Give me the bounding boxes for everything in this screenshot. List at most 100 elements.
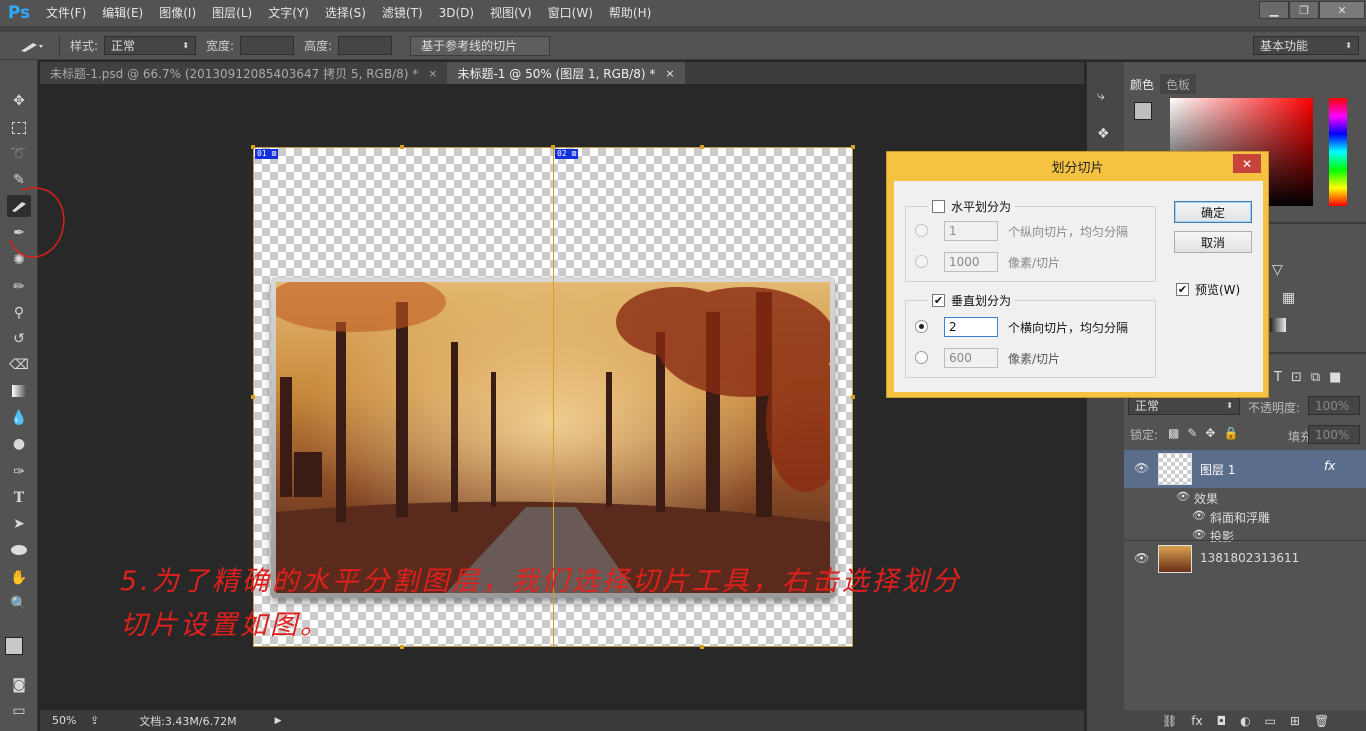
tool-preset-picker[interactable]	[6, 34, 60, 57]
close-icon[interactable]: ×	[665, 67, 674, 80]
close-window-button[interactable]: ✕	[1319, 1, 1365, 19]
lock-move-icon[interactable]: ✥	[1205, 426, 1215, 440]
dodge-tool-icon[interactable]: ●	[7, 433, 31, 455]
clone-stamp-tool-icon[interactable]: ⚲	[7, 302, 31, 324]
eraser-tool-icon[interactable]: ⌫	[7, 354, 31, 376]
eye-icon[interactable]: 👁	[1134, 551, 1149, 565]
menu-item-7[interactable]: 3D(D)	[431, 0, 482, 26]
triangle-down-icon[interactable]: ▽	[1272, 262, 1283, 278]
play-arrow-icon[interactable]: ▶	[275, 716, 282, 726]
lasso-tool-icon[interactable]: ➰	[7, 143, 31, 165]
marquee-tool-icon[interactable]	[7, 117, 31, 139]
menu-item-0[interactable]: 文件(F)	[38, 0, 94, 26]
preview-checkbox[interactable]: ✔ 预览(W)	[1176, 281, 1240, 298]
close-icon[interactable]: ×	[428, 67, 437, 80]
gradient-map-icon[interactable]	[1270, 318, 1286, 332]
tab-document-1[interactable]: 未标题-1.psd @ 66.7% (20130912085403647 拷贝 …	[40, 62, 448, 84]
text-filter-icon[interactable]: T	[1274, 370, 1282, 385]
layer-name[interactable]: 1381802313611	[1200, 551, 1299, 565]
lock-all-icon[interactable]: 🔒	[1223, 426, 1238, 440]
properties-icon[interactable]: ❖	[1097, 126, 1110, 142]
filter-toggle-icon[interactable]: ■	[1329, 370, 1341, 385]
foreground-color-swatch[interactable]	[5, 637, 23, 655]
menu-item-2[interactable]: 图像(I)	[151, 0, 204, 26]
effects-row[interactable]: 👁 效果	[1124, 488, 1366, 507]
slice-handle[interactable]	[851, 395, 855, 399]
hue-slider[interactable]	[1329, 98, 1347, 206]
adjustment-icon[interactable]: ◐	[1240, 714, 1250, 728]
ok-button[interactable]: 确定	[1174, 201, 1252, 223]
lock-transparent-icon[interactable]: ▩	[1168, 426, 1179, 440]
screen-mode-icon[interactable]: ▭	[7, 700, 31, 722]
tab-color[interactable]: 颜色	[1124, 74, 1161, 94]
horizontal-count-radio[interactable]	[915, 224, 928, 237]
tab-swatches[interactable]: 色板	[1160, 74, 1197, 94]
vertical-pixels-radio[interactable]	[915, 351, 928, 364]
horizontal-pixels-field[interactable]: 1000	[944, 252, 998, 272]
layer-row[interactable]: 👁 1381802313611	[1124, 540, 1366, 576]
layer-name[interactable]: 图层 1	[1200, 461, 1235, 478]
share-icon[interactable]: ⇪	[90, 714, 99, 727]
eye-icon[interactable]: 👁	[1134, 461, 1149, 475]
mask-icon[interactable]: ◘	[1217, 714, 1227, 728]
smart-object-filter-icon[interactable]: ⧉	[1311, 370, 1320, 385]
eye-icon[interactable]: 👁	[1192, 509, 1206, 522]
menu-item-3[interactable]: 图层(L)	[204, 0, 260, 26]
move-tool-icon[interactable]: ✥	[7, 90, 31, 112]
close-icon[interactable]: ✕	[1233, 154, 1261, 173]
vertical-divide-checkbox[interactable]: ✔ 垂直划分为	[928, 292, 1016, 309]
lock-paint-icon[interactable]: ✎	[1187, 426, 1197, 440]
layer-row-selected[interactable]: 👁 图层 1 fx	[1124, 450, 1366, 488]
hand-tool-icon[interactable]: ✋	[7, 567, 31, 589]
vertical-count-radio[interactable]	[915, 320, 928, 333]
quick-mask-icon[interactable]: ◙	[7, 674, 31, 696]
horizontal-count-field[interactable]: 1	[944, 221, 998, 241]
fx-icon[interactable]: fx	[1191, 714, 1202, 728]
opacity-input[interactable]: 100%	[1308, 396, 1360, 415]
restore-button[interactable]: ❐	[1289, 1, 1319, 19]
slice-handle[interactable]	[551, 145, 555, 149]
history-icon[interactable]: ⤷	[1097, 88, 1105, 104]
checkmark-icon[interactable]: ✔	[1176, 283, 1189, 296]
tab-document-2[interactable]: 未标题-1 @ 50% (图层 1, RGB/8) * ×	[447, 62, 685, 84]
zoom-tool-icon[interactable]: 🔍	[7, 593, 31, 615]
foreground-color-swatch[interactable]	[1134, 102, 1152, 120]
slice-handle[interactable]	[251, 395, 255, 399]
eye-icon[interactable]: 👁	[1176, 490, 1190, 503]
blur-tool-icon[interactable]: 💧	[7, 407, 31, 429]
brush-tool-icon[interactable]: ✏	[7, 276, 31, 298]
new-layer-icon[interactable]: ⊞	[1290, 714, 1300, 728]
menu-item-1[interactable]: 编辑(E)	[94, 0, 151, 26]
vertical-pixels-field[interactable]: 600	[944, 348, 998, 368]
cancel-button[interactable]: 取消	[1174, 231, 1252, 253]
grid-icon[interactable]: ▦	[1282, 290, 1295, 306]
checkbox-unchecked-icon[interactable]	[932, 200, 945, 213]
slice-handle[interactable]	[400, 145, 404, 149]
slices-from-guides-button[interactable]: 基于参考线的切片	[410, 35, 551, 56]
vertical-count-field[interactable]: 2	[944, 317, 998, 337]
menu-item-8[interactable]: 视图(V)	[482, 0, 540, 26]
width-input[interactable]	[240, 36, 295, 55]
fill-input[interactable]: 100%	[1308, 425, 1360, 444]
ellipse-tool-icon[interactable]	[7, 539, 31, 561]
fx-icon[interactable]: fx	[1324, 459, 1335, 473]
minimize-button[interactable]: ▁	[1259, 1, 1289, 19]
bevel-emboss-row[interactable]: 👁 斜面和浮雕	[1124, 507, 1366, 526]
height-input[interactable]	[338, 36, 393, 55]
horizontal-divide-checkbox[interactable]: 水平划分为	[928, 198, 1016, 215]
slice-handle[interactable]	[251, 145, 255, 149]
horizontal-pixels-radio[interactable]	[915, 255, 928, 268]
path-selection-tool-icon[interactable]: ➤	[7, 513, 31, 535]
workspace-select[interactable]: 基本功能 ⬍	[1253, 36, 1359, 55]
blend-mode-select[interactable]: 正常 ⬍	[1128, 396, 1240, 415]
menu-item-4[interactable]: 文字(Y)	[260, 0, 317, 26]
history-brush-tool-icon[interactable]: ↺	[7, 328, 31, 350]
style-select[interactable]: 正常 ⬍	[104, 36, 197, 55]
checkmark-icon[interactable]: ✔	[932, 294, 945, 307]
slice-handle[interactable]	[851, 145, 855, 149]
folder-icon[interactable]: ▭	[1265, 714, 1276, 728]
menu-item-6[interactable]: 滤镜(T)	[374, 0, 431, 26]
link-icon[interactable]: ⛓	[1162, 714, 1177, 728]
zoom-level[interactable]: 50%	[52, 714, 86, 727]
menu-item-9[interactable]: 窗口(W)	[540, 0, 601, 26]
